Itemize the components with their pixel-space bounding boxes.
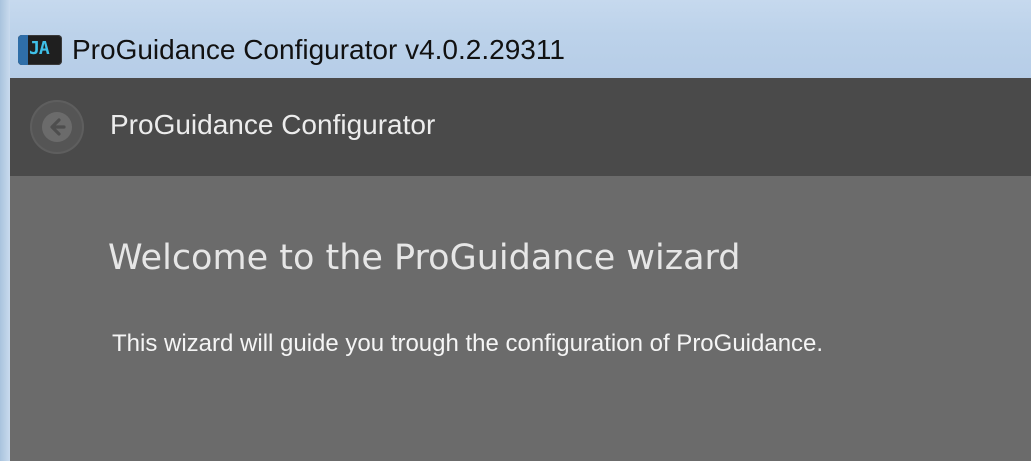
back-arrow-icon: [50, 118, 66, 136]
app-window: JA ProGuidance Configurator v4.0.2.29311…: [0, 0, 1031, 461]
wizard-content: Welcome to the ProGuidance wizard This w…: [10, 176, 1031, 461]
title-bar[interactable]: JA ProGuidance Configurator v4.0.2.29311: [10, 0, 1031, 78]
window-title: ProGuidance Configurator v4.0.2.29311: [72, 34, 565, 65]
window-left-border: [0, 0, 10, 461]
back-button[interactable]: [30, 100, 84, 154]
app-logo-accent: [18, 35, 28, 65]
app-logo-glyph: JA: [29, 38, 50, 59]
header-bar: ProGuidance Configurator: [10, 78, 1031, 177]
app-logo-icon: JA: [18, 35, 62, 65]
header-title: ProGuidance Configurator: [110, 109, 436, 140]
welcome-heading: Welcome to the ProGuidance wizard: [108, 238, 741, 278]
welcome-description: This wizard will guide you trough the co…: [112, 330, 824, 357]
